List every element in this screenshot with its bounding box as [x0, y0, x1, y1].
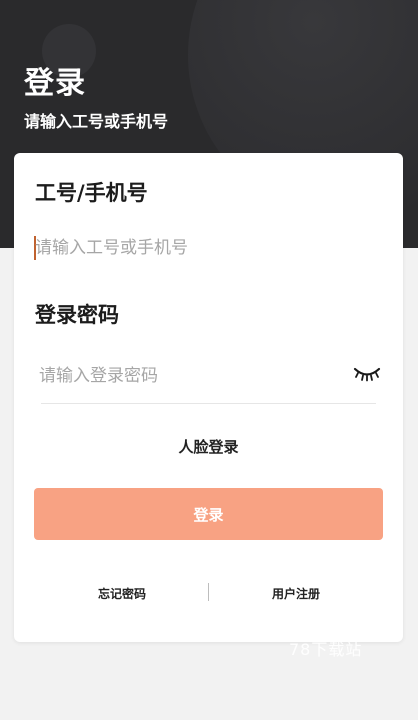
- footer-separator: [208, 583, 209, 601]
- password-input[interactable]: [39, 361, 339, 391]
- eye-closed-icon[interactable]: [352, 363, 382, 385]
- watermark-text: 78下载站: [289, 640, 363, 659]
- register-link[interactable]: 用户注册: [272, 585, 320, 602]
- forgot-password-link[interactable]: 忘记密码: [98, 585, 146, 602]
- account-input[interactable]: [35, 233, 375, 263]
- page-subtitle: 请输入工号或手机号: [24, 112, 169, 131]
- password-label: 登录密码: [35, 303, 119, 327]
- login-card: 工号/手机号 登录密码 人脸登录 登录 忘记密码 用户注册: [14, 153, 403, 642]
- face-login-link[interactable]: 人脸登录: [14, 436, 403, 457]
- login-button[interactable]: 登录: [34, 488, 383, 540]
- password-divider: [41, 403, 376, 404]
- page-title: 登录: [24, 66, 86, 101]
- account-label: 工号/手机号: [35, 181, 148, 205]
